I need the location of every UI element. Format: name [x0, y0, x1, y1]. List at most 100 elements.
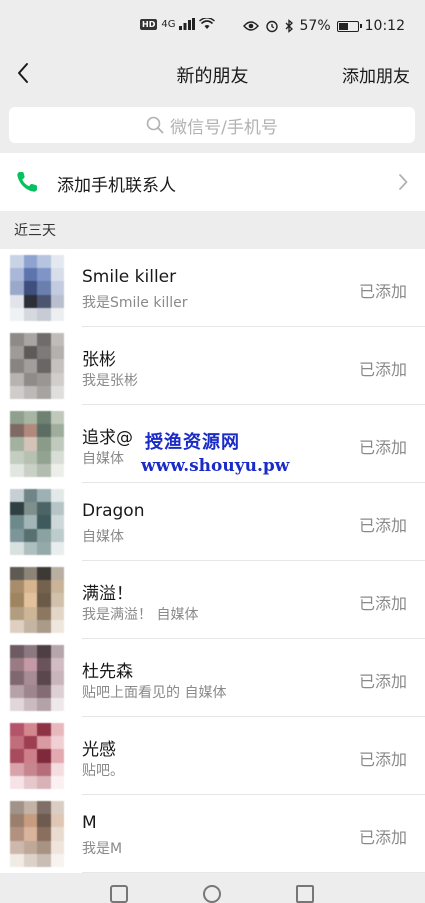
section-header-recent: 近三天	[14, 223, 56, 239]
friend-name: Smile killer	[82, 267, 177, 287]
avatar[interactable]	[10, 567, 64, 633]
network-indicators: HD 4G	[140, 18, 216, 30]
avatar-pixel	[10, 684, 24, 698]
add-phone-contacts-row[interactable]: 添加手机联系人	[0, 153, 425, 211]
avatar-pixel	[37, 281, 51, 295]
added-status: 已添加	[358, 828, 407, 847]
avatar-pixel	[10, 541, 24, 555]
added-status: 已添加	[358, 594, 407, 613]
avatar-pixel	[50, 736, 64, 750]
avatar-pixel	[23, 424, 37, 438]
back-nav-icon[interactable]	[296, 885, 314, 903]
avatar-pixel	[23, 567, 37, 581]
list-item[interactable]: Dragon 自媒体 已添加	[0, 483, 425, 561]
battery-level	[338, 22, 349, 30]
avatar[interactable]	[10, 489, 64, 555]
avatar-pixel	[10, 697, 24, 711]
list-item[interactable]: 杜先森 贴吧上面看见的 自媒体 已添加	[0, 639, 425, 717]
avatar-pixel	[50, 385, 64, 399]
avatar-pixel	[23, 645, 37, 659]
list-item[interactable]: 满溢！ 我是满溢！ 自媒体 已添加	[0, 561, 425, 639]
friend-name: 张彬	[82, 350, 116, 370]
avatar-pixel	[10, 281, 24, 295]
avatar-pixel	[23, 372, 37, 386]
avatar-pixel	[37, 359, 51, 373]
avatar[interactable]	[10, 801, 64, 867]
avatar-pixel	[50, 775, 64, 789]
avatar-pixel	[10, 567, 24, 581]
avatar-pixel	[50, 307, 64, 321]
avatar-pixel	[50, 684, 64, 698]
avatar[interactable]	[10, 255, 64, 321]
avatar-pixel	[50, 827, 64, 841]
added-status: 已添加	[358, 750, 407, 769]
avatar-pixel	[50, 502, 64, 516]
avatar-pixel	[23, 359, 37, 373]
wifi-icon	[199, 18, 216, 29]
avatar-pixel	[50, 697, 64, 711]
avatar-pixel	[37, 307, 51, 321]
avatar-pixel	[37, 385, 51, 399]
avatar-pixel	[23, 281, 37, 295]
avatar-pixel	[10, 853, 24, 867]
chevron-right-icon	[399, 174, 408, 190]
avatar-pixel	[50, 346, 64, 360]
recent-apps-icon[interactable]	[110, 885, 128, 903]
avatar-pixel	[50, 762, 64, 776]
avatar-pixel	[23, 619, 37, 633]
search-input[interactable]: 微信号/手机号	[9, 107, 415, 143]
add-friend-button[interactable]: 添加朋友	[342, 62, 410, 87]
system-indicators: 57% 10:12	[242, 18, 405, 34]
status-bar: HD 4G 57% 10:12	[0, 0, 425, 52]
avatar-pixel	[50, 515, 64, 529]
list-item[interactable]: Smile killer 我是Smile killer 已添加	[0, 249, 425, 327]
avatar-pixel	[50, 723, 64, 737]
avatar-pixel	[10, 645, 24, 659]
back-button[interactable]	[8, 58, 38, 88]
avatar[interactable]	[10, 411, 64, 477]
avatar-pixel	[37, 489, 51, 503]
back-arrow-icon	[18, 63, 28, 83]
avatar-pixel	[23, 528, 37, 542]
friend-name: 杜先森	[82, 662, 133, 682]
avatar-pixel	[23, 450, 37, 464]
avatar-pixel	[10, 424, 24, 438]
list-item[interactable]: M 我是M 已添加	[0, 795, 425, 873]
avatar-pixel	[37, 697, 51, 711]
avatar-pixel	[10, 489, 24, 503]
avatar-pixel	[50, 658, 64, 672]
avatar[interactable]	[10, 333, 64, 399]
avatar-pixel	[37, 736, 51, 750]
avatar[interactable]	[10, 645, 64, 711]
avatar-pixel	[50, 619, 64, 633]
list-item[interactable]: 追求@ 自媒体 已添加	[0, 405, 425, 483]
avatar-pixel	[23, 255, 37, 269]
avatar-pixel	[23, 502, 37, 516]
avatar-pixel	[23, 840, 37, 854]
avatar-pixel	[10, 294, 24, 308]
avatar-pixel	[23, 606, 37, 620]
avatar[interactable]	[10, 723, 64, 789]
avatar-pixel	[50, 814, 64, 828]
friend-message: 贴吧上面看见的 自媒体	[82, 685, 227, 701]
avatar-pixel	[23, 671, 37, 685]
avatar-pixel	[50, 671, 64, 685]
list-item[interactable]: 张彬 我是张彬 已添加	[0, 327, 425, 405]
friend-request-list: Smile killer 我是Smile killer 已添加 张彬 我是张彬 …	[0, 249, 425, 873]
search-placeholder: 微信号/手机号	[170, 117, 278, 138]
avatar-pixel	[10, 827, 24, 841]
avatar-pixel	[37, 580, 51, 594]
avatar-pixel	[23, 736, 37, 750]
avatar-pixel	[23, 697, 37, 711]
home-icon[interactable]	[203, 885, 221, 903]
friend-message: 贴吧。	[82, 763, 124, 779]
nav-bar: 新的朋友 添加朋友	[0, 52, 425, 96]
avatar-pixel	[23, 268, 37, 282]
avatar-pixel	[10, 801, 24, 815]
list-item[interactable]: 光感 贴吧。 已添加	[0, 717, 425, 795]
avatar-pixel	[37, 749, 51, 763]
avatar-pixel	[10, 814, 24, 828]
friend-name: Dragon	[82, 501, 145, 521]
avatar-pixel	[50, 333, 64, 347]
added-status: 已添加	[358, 438, 407, 457]
